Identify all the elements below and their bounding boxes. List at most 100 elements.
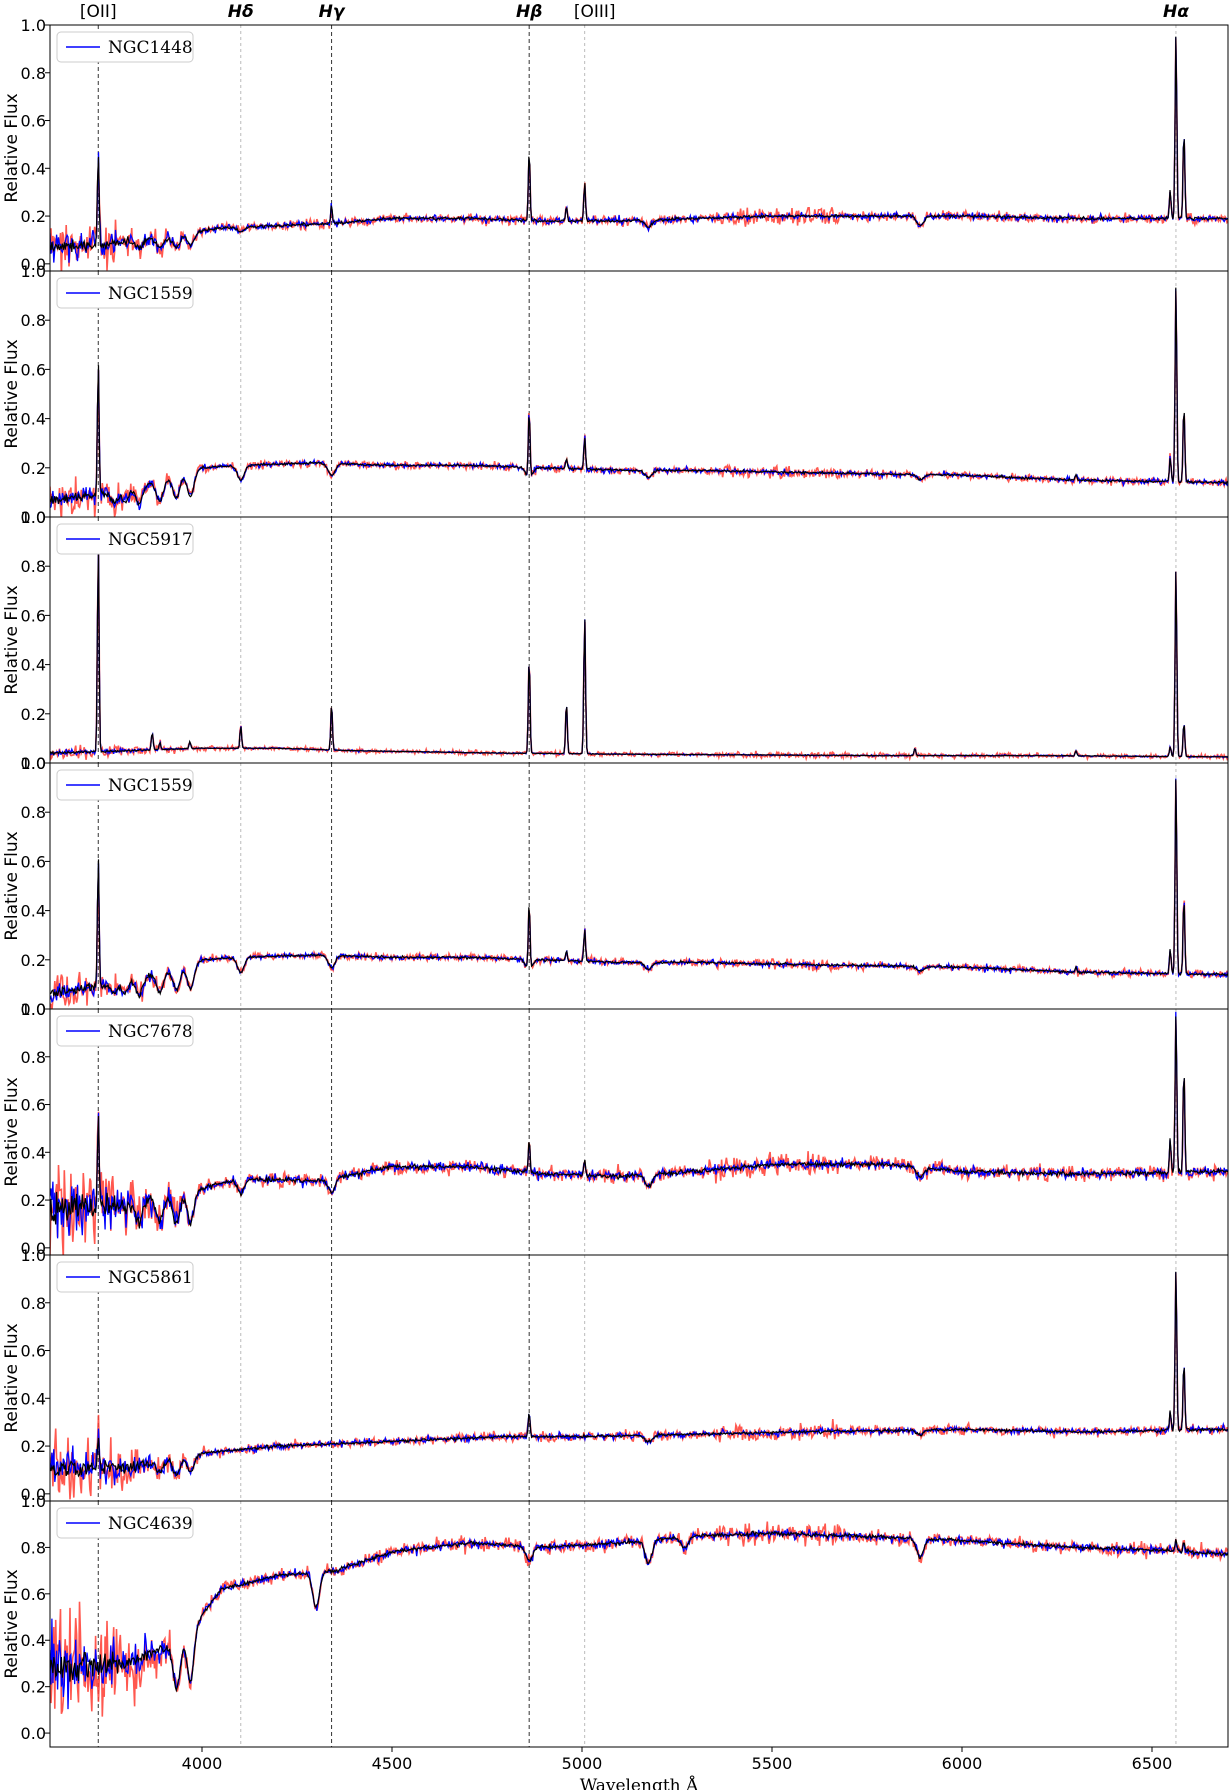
y-tick-label: 0.2 (21, 705, 46, 724)
legend-label: NGC5917 (108, 530, 193, 550)
spectral-line-label: [OII] (80, 2, 117, 22)
model-spectrum-line (50, 778, 1228, 1003)
spectrum-series-group (50, 1009, 1228, 1255)
y-tick-label: 0.8 (21, 1048, 46, 1067)
y-tick-label: 0.8 (21, 557, 46, 576)
model-spectrum-line (50, 37, 1228, 263)
error-band-line (50, 547, 1228, 762)
y-tick-label: 0.0 (21, 1724, 46, 1743)
legend: NGC1559 (56, 277, 194, 309)
x-tick-label: 4000 (182, 1754, 223, 1773)
x-tick-label: 5500 (752, 1754, 793, 1773)
y-axis-title: Relative Flux (2, 831, 22, 940)
y-tick-label: 0.2 (21, 1191, 46, 1210)
observed-spectrum-line (50, 1530, 1228, 1693)
y-tick-label: 0.2 (21, 207, 46, 226)
legend-label: NGC1448 (108, 38, 193, 58)
y-tick-label: 0.2 (21, 951, 46, 970)
legend-label: NGC1559 (108, 284, 193, 304)
y-tick-label: 0.8 (21, 803, 46, 822)
spectrum-panel: 0.00.20.40.60.81.0Relative FluxNGC1559 (2, 262, 1229, 527)
y-axis-title: Relative Flux (2, 93, 22, 202)
y-tick-label: 0.6 (21, 1585, 46, 1604)
y-tick-label: 0.4 (21, 1631, 46, 1650)
spectral-line-label: Hα (1163, 2, 1189, 22)
error-band-line (50, 1272, 1228, 1500)
spectral-line-label: Hβ (516, 2, 542, 22)
y-tick-label: 1.0 (21, 1492, 46, 1511)
y-tick-label: 0.4 (21, 1389, 46, 1408)
x-tick-label: 5000 (562, 1754, 603, 1773)
spectrum-series-group (50, 1255, 1228, 1501)
error-band-line (50, 1019, 1228, 1255)
y-axis-title: Relative Flux (2, 339, 22, 448)
y-tick-label: 0.6 (21, 1096, 46, 1115)
legend: NGC7678 (56, 1015, 194, 1047)
panel-frame (49, 516, 1229, 764)
plot-area: 0.0 0.2 0.4 0.6 0.8 1.0 Relative Flux NGC1448 0.… (2, 16, 1229, 1748)
y-tick-label: 0.4 (21, 159, 46, 178)
y-tick-label: 0.6 (21, 112, 46, 131)
y-tick-label: 0.4 (21, 656, 46, 675)
observed-spectrum-line (50, 1016, 1228, 1229)
y-axis-title: Relative Flux (2, 1569, 22, 1678)
error-band-line (50, 1521, 1228, 1717)
legend: NGC4639 (56, 1507, 194, 1539)
model-spectrum-line (50, 1011, 1228, 1239)
y-tick-label: 0.6 (21, 1342, 46, 1361)
y-tick-label: 0.8 (21, 311, 46, 330)
y-tick-label: 0.8 (21, 64, 46, 83)
y-tick-label: 0.2 (21, 1678, 46, 1697)
spectrum-series-group (50, 271, 1228, 517)
spectrum-panel: 0.0 0.2 0.4 0.6 0.8 1.0 Relative Flux NGC4639 (2, 1492, 1229, 1748)
observed-spectrum-line (50, 1271, 1228, 1478)
y-tick-label: 1.0 (21, 1246, 46, 1265)
spectrum-panel: 0.00.20.40.60.81.0Relative FluxNGC5917 (2, 508, 1229, 773)
observed-spectrum-line (50, 549, 1228, 758)
spectral-line-label: [OIII] (574, 2, 616, 22)
x-tick-label: 4500 (372, 1754, 413, 1773)
legend: NGC5917 (56, 523, 194, 555)
panel-frame (49, 1500, 1229, 1748)
y-axis-title: Relative Flux (2, 585, 22, 694)
panel-frame (49, 24, 1229, 272)
model-spectrum-line (50, 288, 1228, 511)
spectrum-series-group (50, 763, 1228, 1009)
y-tick-label: 1.0 (21, 16, 46, 35)
legend-label: NGC1559 (108, 776, 193, 796)
observed-spectrum-line (50, 287, 1228, 506)
y-axis-title: Relative Flux (2, 1077, 22, 1186)
panel-frame (49, 1254, 1229, 1502)
legend-label: NGC7678 (108, 1022, 193, 1042)
y-tick-label: 0.4 (21, 1143, 46, 1162)
error-band-line (50, 38, 1228, 271)
y-tick-label: 0.6 (21, 852, 46, 871)
spectra-figure: 0.0 0.2 0.4 0.6 0.8 1.0 Relative Flux NGC1448 0.… (2, 2, 1229, 1790)
spectral-line-label: Hδ (228, 2, 254, 22)
legend: NGC5861 (56, 1261, 194, 1293)
spectrum-panel: 0.00.20.40.60.81.0Relative FluxNGC1559 (2, 754, 1229, 1019)
panel-frame (49, 1008, 1229, 1256)
legend-label: NGC5861 (108, 1268, 193, 1288)
panel-frame (49, 270, 1229, 518)
y-tick-label: 0.6 (21, 360, 46, 379)
y-tick-label: 1.0 (21, 754, 46, 773)
model-spectrum-line (50, 1528, 1228, 1710)
legend: NGC1559 (56, 769, 194, 801)
x-axis-title: Wavelength Å (580, 1775, 699, 1790)
y-tick-label: 0.2 (21, 459, 46, 478)
spectrum-series-group (50, 517, 1228, 763)
y-tick-label: 0.8 (21, 1538, 46, 1557)
spectral-line-labels: [OII] Hδ Hγ Hβ [OIII] Hα (80, 2, 1189, 22)
spectrum-panel: 0.00.20.40.60.81.0Relative FluxNGC5861 (2, 1246, 1229, 1504)
y-tick-label: 1.0 (21, 262, 46, 281)
y-tick-label: 0.2 (21, 1437, 46, 1456)
spectrum-panel: 0.00.20.40.60.81.0Relative FluxNGC1448 (2, 16, 1229, 274)
x-tick-label: 6000 (942, 1754, 983, 1773)
y-tick-label: 0.4 (21, 410, 46, 429)
spectral-line-label: Hγ (319, 2, 346, 22)
error-band-line (50, 291, 1228, 517)
y-tick-label: 1.0 (21, 1000, 46, 1019)
y-axis-title: Relative Flux (2, 1323, 22, 1432)
spectrum-series-group (50, 25, 1228, 271)
